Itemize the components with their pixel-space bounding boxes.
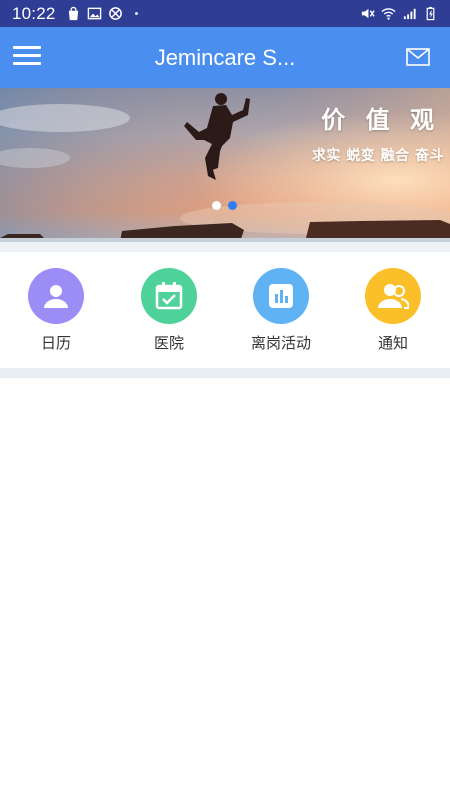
calendar-check-icon (141, 268, 197, 324)
mail-icon[interactable] (406, 48, 430, 66)
grid-item-label: 离岗活动 (250, 334, 311, 352)
status-bar: 10:22 (0, 0, 450, 27)
mute-icon (361, 8, 375, 19)
banner-subtitle: 求实 蜕变 融合 奋斗 (311, 148, 444, 164)
grid-item-label: 通知 (377, 334, 408, 352)
image-icon (87, 7, 101, 20)
blocked-icon (108, 7, 122, 20)
quick-access-grid: 日历 医院 离岗活动 通知 (0, 252, 450, 368)
page-title: Jemincare S... (154, 45, 296, 70)
person-icon (28, 268, 84, 324)
status-left-icons (66, 6, 144, 21)
shopping-bag-icon (68, 6, 78, 21)
banner-carousel[interactable]: 价 值 观 求实 蜕变 融合 奋斗 (0, 88, 450, 242)
status-right-icons (360, 6, 438, 21)
bar-chart-icon (253, 268, 309, 324)
carousel-dot[interactable] (212, 201, 221, 210)
group-icon (365, 268, 421, 324)
banner-title: 价 值 观 (321, 106, 440, 134)
signal-icon (403, 8, 416, 20)
divider (0, 242, 450, 252)
carousel-dot-active[interactable] (228, 201, 237, 210)
grid-item-leave-activity[interactable]: 离岗活动 (231, 268, 331, 353)
grid-item-calendar[interactable]: 日历 (6, 268, 106, 353)
grid-item-hospital[interactable]: 医院 (119, 268, 219, 353)
status-time: 10:22 (12, 3, 56, 23)
grid-item-label: 日历 (40, 334, 71, 352)
battery-icon (426, 6, 435, 21)
divider (0, 368, 450, 378)
dot-icon (134, 12, 138, 15)
wifi-icon (381, 8, 396, 20)
grid-item-notice[interactable]: 通知 (343, 268, 443, 353)
app-bar: Jemincare S... (0, 27, 450, 88)
grid-item-label: 医院 (153, 334, 184, 352)
